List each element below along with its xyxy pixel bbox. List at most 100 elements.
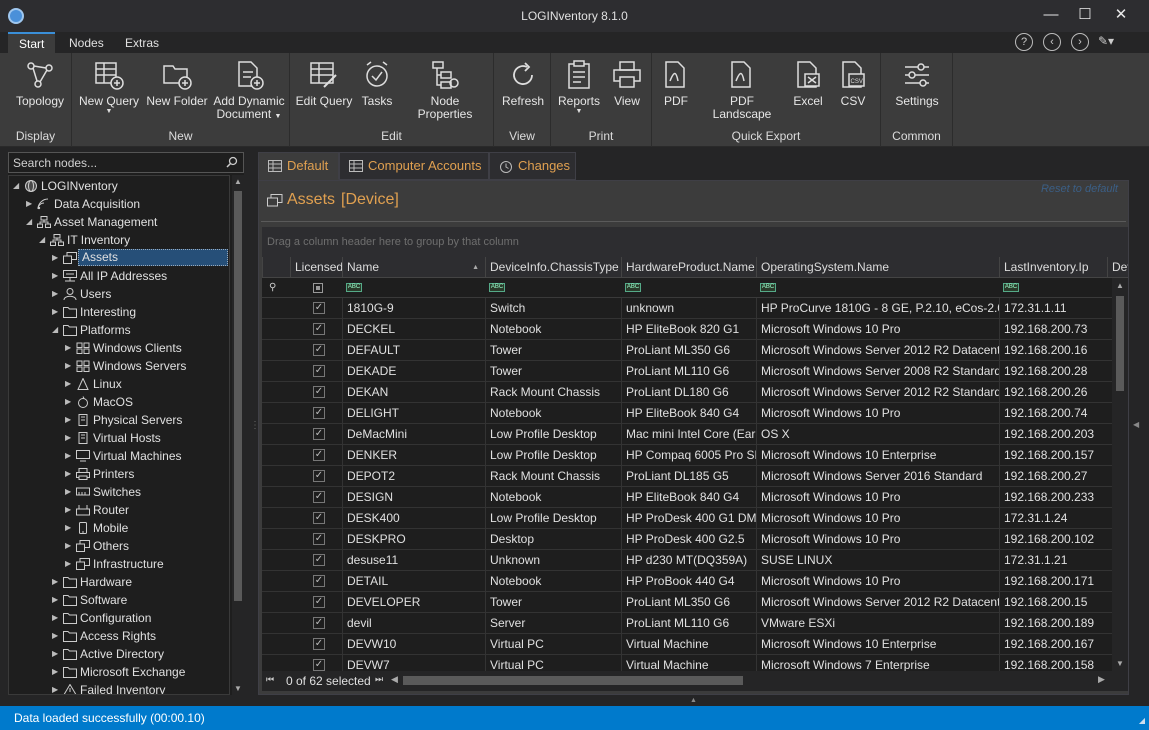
collapse-arrow-icon[interactable]: ◢ (26, 213, 36, 231)
row-indicator[interactable] (262, 403, 290, 423)
topology-button[interactable]: Topology (10, 59, 70, 108)
row-indicator[interactable] (262, 298, 290, 318)
licensed-checkbox[interactable]: ✓ (313, 470, 325, 482)
pin-icon[interactable]: ⚲ (269, 282, 276, 293)
tab-computer-accounts[interactable]: Computer Accounts (339, 152, 489, 180)
reset-to-default-link[interactable]: Reset to default (1041, 183, 1118, 195)
expand-arrow-icon[interactable]: ▶ (65, 501, 75, 519)
expand-arrow-icon[interactable]: ▶ (52, 267, 62, 285)
table-row[interactable]: ✓ DESK400 Low Profile Desktop HP ProDesk 40… (262, 508, 1112, 529)
expand-panel-icon[interactable]: ▲ (690, 697, 697, 704)
table-row[interactable]: ✓ DETAIL Notebook HP ProBook 440 G4 Microsof… (262, 571, 1112, 592)
help-icon[interactable]: ? (1015, 33, 1033, 51)
resize-grip-icon[interactable]: ◢ (1139, 716, 1145, 725)
table-row[interactable]: ✓ DESKPRO Desktop HP ProDesk 400 G2.5 Micros… (262, 529, 1112, 550)
new-folder-button[interactable]: New Folder (146, 59, 208, 108)
expand-arrow-icon[interactable]: ▶ (52, 249, 62, 267)
licensed-filter-checkbox[interactable] (313, 283, 323, 293)
table-row[interactable]: ✓ DEVW10 Virtual PC Virtual Machine Microsof… (262, 634, 1112, 655)
column-header-licensed[interactable]: Licensed (290, 257, 342, 278)
back-icon[interactable]: ‹ (1043, 33, 1061, 51)
expand-arrow-icon[interactable]: ▶ (52, 645, 62, 663)
expand-arrow-icon[interactable]: ▶ (65, 537, 75, 555)
expand-arrow-icon[interactable]: ▶ (52, 609, 62, 627)
table-row[interactable]: ✓ DEKAN Rack Mount Chassis ProLiant DL180 G… (262, 382, 1112, 403)
refresh-button[interactable]: Refresh (498, 59, 548, 108)
table-row[interactable]: ✓ 1810G-9 Switch unknown HP ProCurve 1810G -… (262, 298, 1112, 319)
licensed-checkbox[interactable]: ✓ (313, 659, 325, 671)
text-filter-icon[interactable]: ABC (489, 283, 505, 292)
licensed-checkbox[interactable]: ✓ (313, 302, 325, 314)
table-row[interactable]: ✓ devil Server ProLiant ML110 G6 VMware ESXi… (262, 613, 1112, 634)
table-row[interactable]: ✓ DeMacMini Low Profile Desktop Mac mini In… (262, 424, 1112, 445)
tree-scrollbar[interactable]: ▲ ▼ (232, 175, 244, 695)
licensed-checkbox[interactable]: ✓ (313, 491, 325, 503)
row-indicator[interactable] (262, 361, 290, 381)
row-indicator[interactable] (262, 466, 290, 486)
row-indicator[interactable] (262, 508, 290, 528)
expand-arrow-icon[interactable]: ▶ (65, 411, 75, 429)
table-row[interactable]: ✓ DENKER Low Profile Desktop HP Compaq 6005… (262, 445, 1112, 466)
licensed-checkbox[interactable]: ✓ (313, 323, 325, 335)
column-header-last-ip[interactable]: LastInventory.Ip (999, 257, 1107, 278)
table-row[interactable]: ✓ desuse11 Unknown HP d230 MT(DQ359A) SUSE L… (262, 550, 1112, 571)
settings-button[interactable]: Settings (889, 59, 945, 108)
scroll-left-icon[interactable]: ◀ (391, 674, 398, 685)
row-indicator[interactable] (262, 319, 290, 339)
pdf-landscape-button[interactable]: PDF Landscape (700, 59, 784, 121)
row-indicator[interactable] (262, 424, 290, 444)
side-panel-toggle-icon[interactable]: ◀ (1133, 420, 1139, 429)
licensed-checkbox[interactable]: ✓ (313, 533, 325, 545)
column-header-operating-system[interactable]: OperatingSystem.Name (756, 257, 999, 278)
collapse-arrow-icon[interactable]: ◢ (52, 321, 62, 339)
licensed-checkbox[interactable]: ✓ (313, 449, 325, 461)
licensed-checkbox[interactable]: ✓ (313, 344, 325, 356)
tasks-button[interactable]: Tasks (358, 59, 396, 108)
scroll-up-icon[interactable]: ▲ (234, 177, 242, 186)
row-indicator[interactable] (262, 487, 290, 507)
column-header-hardware-product[interactable]: HardwareProduct.Name (621, 257, 756, 278)
forward-icon[interactable]: › (1071, 33, 1089, 51)
text-filter-icon[interactable]: ABC (625, 283, 641, 292)
grid-scroll-thumb[interactable] (1116, 296, 1124, 391)
add-dynamic-document-button[interactable]: Add Dynamic Document ▼ (212, 59, 286, 123)
collapse-arrow-icon[interactable]: ◢ (13, 177, 23, 195)
licensed-checkbox[interactable]: ✓ (313, 638, 325, 650)
expand-arrow-icon[interactable]: ▶ (52, 303, 62, 321)
expand-arrow-icon[interactable]: ▶ (65, 375, 75, 393)
scroll-down-icon[interactable]: ▼ (234, 684, 242, 693)
licensed-checkbox[interactable]: ✓ (313, 428, 325, 440)
tab-changes[interactable]: Changes (489, 152, 576, 180)
table-row[interactable]: ✓ DEKADE Tower ProLiant ML110 G6 Microsoft W… (262, 361, 1112, 382)
table-row[interactable]: ✓ DEVW7 Virtual PC Virtual Machine Microsoft… (262, 655, 1112, 671)
licensed-checkbox[interactable]: ✓ (313, 386, 325, 398)
search-nodes-input[interactable] (13, 155, 218, 170)
excel-button[interactable]: Excel (788, 59, 828, 108)
customize-icon[interactable]: ✎▾ (1098, 34, 1114, 48)
first-record-icon[interactable]: ⏮ (266, 674, 274, 685)
expand-arrow-icon[interactable]: ▶ (52, 591, 62, 609)
grid-vertical-scrollbar[interactable]: ▲ ▼ (1112, 278, 1128, 671)
expand-arrow-icon[interactable]: ▶ (65, 519, 75, 537)
horizontal-scroll-thumb[interactable] (403, 676, 743, 685)
row-indicator[interactable] (262, 592, 290, 612)
search-icon[interactable] (226, 156, 238, 168)
scroll-down-icon[interactable]: ▼ (1116, 659, 1124, 668)
row-indicator[interactable] (262, 571, 290, 591)
node-properties-button[interactable]: Node Properties (402, 59, 488, 121)
expand-arrow-icon[interactable]: ▶ (52, 285, 62, 303)
expand-arrow-icon[interactable]: ▶ (65, 483, 75, 501)
new-query-button[interactable]: New Query ▼ (78, 59, 140, 116)
maximize-button[interactable]: ☐ (1070, 4, 1100, 26)
expand-arrow-icon[interactable]: ▶ (52, 573, 62, 591)
table-row[interactable]: ✓ DELIGHT Notebook HP EliteBook 840 G4 Micro… (262, 403, 1112, 424)
table-row[interactable]: ✓ DEPOT2 Rack Mount Chassis ProLiant DL185 … (262, 466, 1112, 487)
expand-arrow-icon[interactable]: ▶ (65, 555, 75, 573)
row-indicator[interactable] (262, 655, 290, 671)
row-indicator[interactable] (262, 340, 290, 360)
tab-start[interactable]: Start (8, 32, 56, 54)
group-by-panel[interactable]: Drag a column header here to group by th… (262, 227, 1128, 257)
licensed-checkbox[interactable]: ✓ (313, 512, 325, 524)
scroll-right-icon[interactable]: ▶ (1098, 674, 1105, 685)
column-header-dev[interactable]: Dev (1107, 257, 1128, 278)
